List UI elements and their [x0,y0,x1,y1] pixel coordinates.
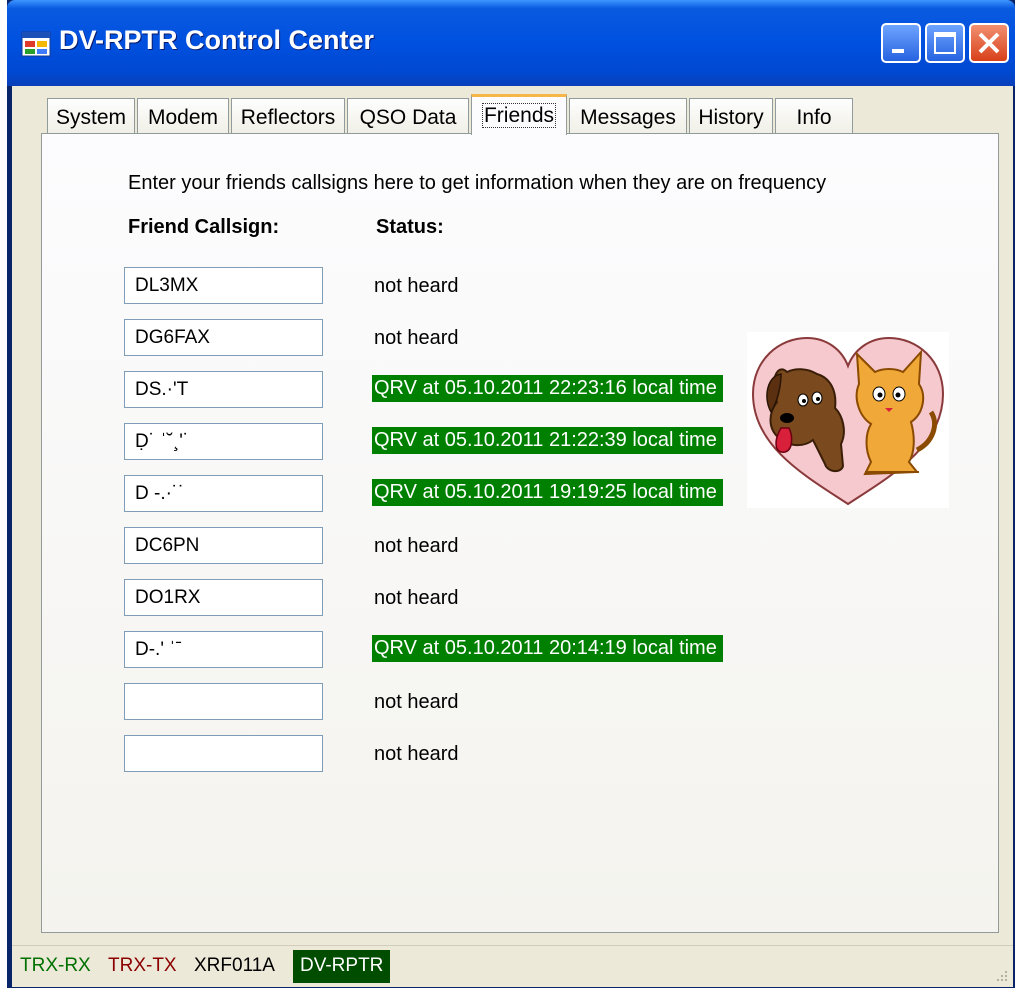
status-column-header: Status: [376,216,444,238]
friend-status-5: QRV at 05.10.2011 19:19:25 local time [372,479,723,506]
friend-callsign-input-8[interactable]: D‐.' ˈˉ [124,631,323,668]
friend-status-3: QRV at 05.10.2011 22:23:16 local time [372,375,723,402]
friend-status-10: not heard [374,743,459,765]
friend-status-9: not heard [374,691,459,713]
friends-heart-image [747,332,949,508]
trx-rx-indicator: TRX-RX [20,955,91,976]
friend-status-8: QRV at 05.10.2011 20:14:19 local time [372,635,723,662]
friend-status-1: not heard [374,275,459,297]
tab-reflectors[interactable]: Reflectors [231,98,345,134]
status-bar: TRX-RX TRX-TX XRF011A DV-RPTR [12,945,1013,987]
friend-status-2: not heard [374,327,459,349]
maximize-button[interactable] [925,23,965,63]
friend-status-6: not heard [374,535,459,557]
close-icon [978,32,1000,54]
friend-callsign-input-7[interactable]: DO1RX [124,579,323,616]
tab-system[interactable]: System [47,98,135,134]
device-indicator: DV-RPTR [293,950,391,983]
friend-callsign-input-9[interactable] [124,683,323,720]
tab-label: Messages [580,106,676,129]
friend-status-7: not heard [374,587,459,609]
tab-label: Friends [481,103,557,128]
tab-messages[interactable]: Messages [569,98,687,134]
friend-status-4: QRV at 05.10.2011 21:22:39 local time [372,427,723,454]
tab-history[interactable]: History [689,98,773,134]
tab-label: System [55,106,126,129]
friends-instruction: Enter your friends callsigns here to get… [128,172,827,194]
tab-modem[interactable]: Modem [137,98,229,134]
resize-grip-icon[interactable] [993,967,1009,983]
close-button[interactable] [969,23,1009,63]
reflector-indicator: XRF011A [194,955,275,976]
minimize-icon [892,49,904,53]
tab-info[interactable]: Info [775,98,853,134]
friends-panel: Enter your friends callsigns here to get… [41,133,999,933]
minimize-button[interactable] [881,23,921,63]
friend-callsign-input-6[interactable]: DC6PN [124,527,323,564]
tab-label: QSO Data [359,106,457,129]
callsign-column-header: Friend Callsign: [128,216,280,238]
tab-friends[interactable]: Friends [471,94,567,135]
app-window: DV-RPTR Control Center System Modem Refl… [7,0,1015,988]
friend-callsign-input-3[interactable]: DS.·'T [124,371,323,408]
maximize-icon [934,32,956,54]
friend-callsign-input-5[interactable]: D ‐.·˙˙ [124,475,323,512]
tab-label: Modem [147,106,219,129]
client-area: System Modem Reflectors QSO Data Friends… [12,86,1013,987]
trx-tx-indicator: TRX-TX [108,955,177,976]
tab-qso-data[interactable]: QSO Data [347,98,469,134]
friend-callsign-input-4[interactable]: Ḍ˙ ˈ˘¸'˙ [124,423,323,460]
title-bar[interactable]: DV-RPTR Control Center [7,0,1015,86]
tab-label: History [698,106,764,129]
app-icon [21,31,51,57]
friend-callsign-input-1[interactable]: DL3MX [124,267,323,304]
friend-callsign-input-2[interactable]: DG6FAX [124,319,323,356]
window-title: DV-RPTR Control Center [59,25,375,55]
tab-label: Reflectors [240,106,336,129]
tab-label: Info [796,106,832,129]
friend-callsign-input-10[interactable] [124,735,323,772]
